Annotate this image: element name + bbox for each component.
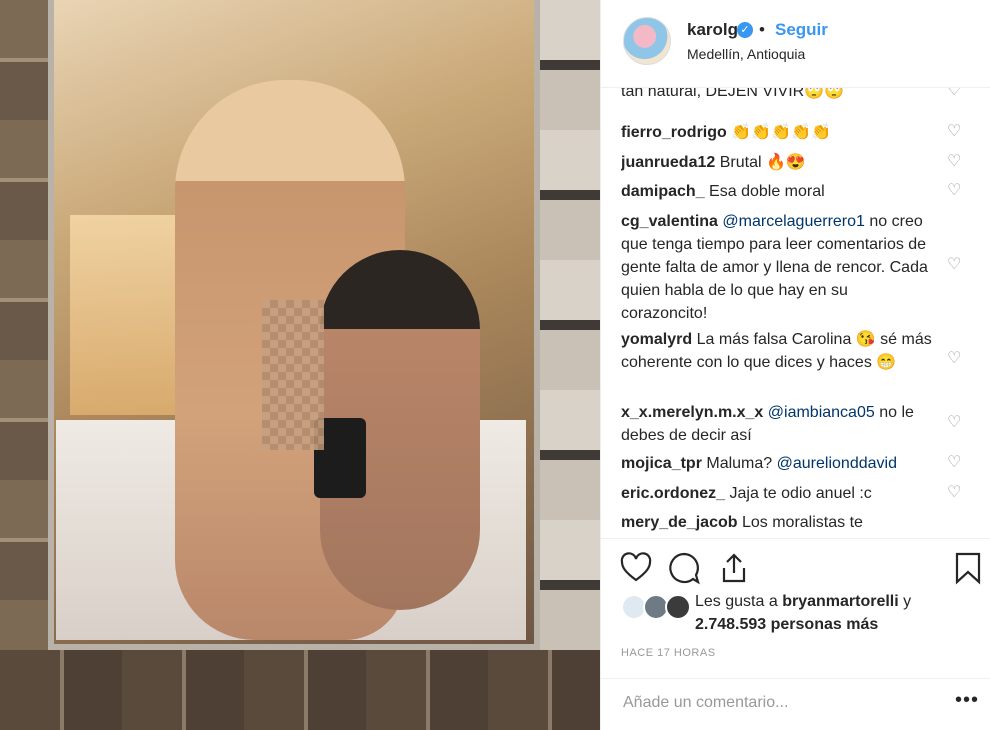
comment-text: Brutal 🔥😍 [719,154,806,171]
comment-mention[interactable]: @aurelionddavid [777,455,897,472]
comment-username[interactable]: x_x.merelyn.m.x_x [621,404,763,421]
wall-pattern-bottom [0,650,600,730]
comment-mention[interactable]: @iambianca05 [768,404,875,421]
comment-like-heart-icon[interactable]: ♡ [947,123,965,141]
likes-section: Les gusta a bryanmartorelli y 2.748.593 … [621,590,971,640]
comments-list[interactable]: tan natural, DEJEN VIVIR🙄🙄 ♡ fierro_rodr… [621,88,971,538]
add-comment-input[interactable] [621,693,945,713]
wall-pattern-left [0,0,52,730]
post-sidebar: karolg ✓ • Seguir Medellín, Antioquia ta… [600,0,990,730]
location-link[interactable]: Medellín, Antioquia [687,46,805,62]
comment-mention[interactable]: @marcelaguerrero1 [722,213,865,230]
window-light [70,215,180,415]
likes-count[interactable]: 2.748.593 personas más [695,616,878,633]
comment: fierro_rodrigo 👏👏👏👏👏 [621,121,937,144]
post-header: karolg ✓ • Seguir Medellín, Antioquia [601,0,990,88]
comment-username[interactable]: cg_valentina [621,213,718,230]
comment-bubble-icon[interactable] [667,551,701,585]
likes-conjunction: y [903,593,912,610]
liker-avatar[interactable] [665,594,691,620]
comment-like-heart-icon[interactable]: ♡ [947,350,965,368]
comment-text: Esa doble moral [709,183,825,200]
avatar[interactable] [623,17,671,65]
like-heart-icon[interactable] [619,551,653,585]
post-timestamp[interactable]: HACE 17 HORAS [621,647,716,659]
comment-text: Jaja te odio anuel :c [729,485,872,502]
liker-username[interactable]: bryanmartorelli [782,593,898,610]
comment-username[interactable]: damipach_ [621,183,705,200]
likes-text: Les gusta a bryanmartorelli y 2.748.593 … [695,590,985,636]
comment-like-heart-icon[interactable]: ♡ [947,88,965,100]
comment-username[interactable]: eric.ordonez_ [621,485,725,502]
comment: cg_valentina @marcelaguerrero1 no creo q… [621,210,937,325]
post-actions [601,538,990,598]
comment-text: Maluma? [706,455,773,472]
comment-username[interactable]: juanrueda12 [621,154,715,171]
comment-like-heart-icon[interactable]: ♡ [947,256,965,274]
comment-like-heart-icon[interactable]: ♡ [947,454,965,472]
share-icon[interactable] [717,551,751,585]
username-link[interactable]: karolg [687,20,738,40]
comment-text: tan natural, DEJEN VIVIR🙄🙄 [621,88,845,100]
comment: yomalyrd La más falsa Carolina 😘 sé más … [621,328,937,374]
likes-prefix: Les gusta a [695,593,778,610]
comment-like-heart-icon[interactable]: ♡ [947,153,965,171]
bookmark-icon[interactable] [951,551,985,585]
post-photo[interactable] [0,0,600,730]
censor-pixelation [262,300,324,450]
comment: juanrueda12 Brutal 🔥😍 [621,151,937,174]
verified-badge-icon: ✓ [737,22,753,38]
comment: mojica_tpr Maluma? @aurelionddavid [621,452,937,475]
comment: mery_de_jacob Los moralistas te [621,511,937,534]
comment-like-heart-icon[interactable]: ♡ [947,414,965,432]
comment-username[interactable]: mery_de_jacob [621,514,738,531]
comment: damipach_ Esa doble moral [621,180,937,203]
comment-username[interactable]: fierro_rodrigo [621,124,727,141]
comment-text: 👏👏👏👏👏 [731,124,831,141]
follow-button[interactable]: Seguir [775,20,828,40]
comment: eric.ordonez_ Jaja te odio anuel :c [621,482,937,505]
comment-like-heart-icon[interactable]: ♡ [947,484,965,502]
separator-dot: • [759,20,765,39]
comment: tan natural, DEJEN VIVIR🙄🙄 [621,88,937,103]
comment-username[interactable]: mojica_tpr [621,455,702,472]
comment: x_x.merelyn.m.x_x @iambianca05 no le deb… [621,401,937,447]
add-comment-bar: ••• [601,678,990,730]
comment-text: Los moralistas te [741,514,863,531]
comment-like-heart-icon[interactable]: ♡ [947,182,965,200]
wall-pattern-right [530,0,600,730]
more-options-icon[interactable]: ••• [955,689,979,712]
comment-username[interactable]: yomalyrd [621,331,692,348]
